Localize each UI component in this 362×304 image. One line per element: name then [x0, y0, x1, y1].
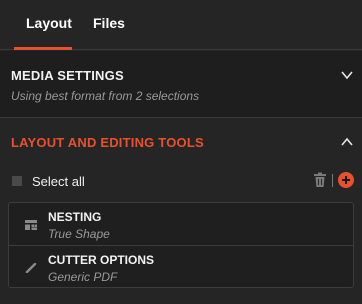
active-tab-indicator	[14, 47, 72, 50]
add-icon[interactable]	[338, 172, 354, 188]
list-item-cutter-options[interactable]: CUTTER OPTIONS Generic PDF	[9, 246, 353, 288]
pen-icon	[25, 263, 37, 273]
chevron-up-icon[interactable]	[340, 135, 354, 149]
item-subtitle: True Shape	[48, 227, 110, 241]
trash-icon[interactable]	[313, 172, 327, 188]
item-title: NESTING	[48, 210, 102, 224]
media-settings-subtitle: Using best format from 2 selections	[11, 89, 200, 103]
item-title: CUTTER OPTIONS	[48, 253, 155, 267]
item-subtitle: Generic PDF	[48, 270, 118, 284]
tools-list: NESTING True Shape CUTTER OPTIONS Generi…	[8, 202, 354, 288]
select-all-label[interactable]: Select all	[32, 174, 85, 189]
nesting-icon	[25, 220, 37, 230]
media-settings-title: MEDIA SETTINGS	[11, 68, 124, 83]
tab-files[interactable]: Files	[93, 0, 125, 50]
tab-bar: Layout Files	[0, 0, 362, 50]
tab-layout[interactable]: Layout	[26, 0, 72, 50]
list-item-nesting[interactable]: NESTING True Shape	[9, 203, 353, 246]
media-settings-section[interactable]: MEDIA SETTINGS Using best format from 2 …	[0, 51, 362, 118]
chevron-down-icon[interactable]	[340, 68, 354, 82]
select-all-checkbox[interactable]	[12, 176, 22, 186]
layout-tools-title[interactable]: LAYOUT AND EDITING TOOLS	[11, 135, 204, 150]
select-all-row: Select all	[0, 170, 362, 194]
toolbar-separator	[332, 174, 333, 187]
